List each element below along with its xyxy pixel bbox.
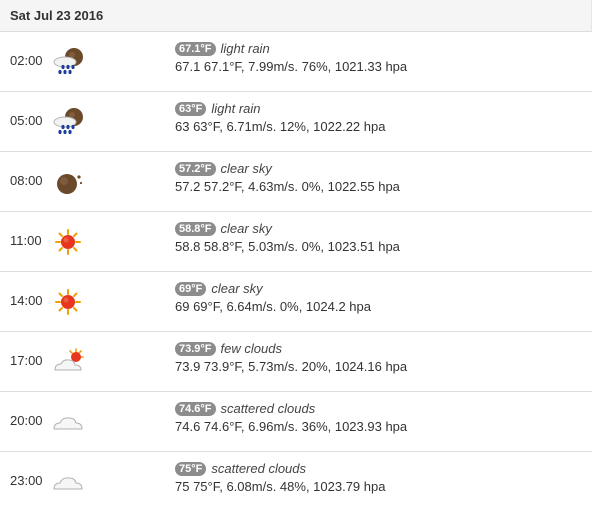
forecast-row: 11:00 58.8°F clear sky 58.8 58.8°F, 5.03… <box>0 212 592 272</box>
weather-details: 63 63°F, 6.71m/s. 12%, 1022.22 hpa <box>175 119 386 134</box>
cloud-icon <box>50 465 86 499</box>
weather-description: light rain <box>220 41 270 56</box>
forecast-row: 20:00 74.6°F scattered clouds 74.6 74.6°… <box>0 392 592 452</box>
row-info: 74.6°F scattered clouds 74.6 74.6°F, 6.9… <box>175 400 407 436</box>
moon-icon <box>50 165 86 199</box>
row-info: 75°F scattered clouds 75 75°F, 6.08m/s. … <box>175 460 385 496</box>
weather-description: scattered clouds <box>220 401 316 416</box>
forecast-table: Sat Jul 23 2016 02:00 67.1°F light rain … <box>0 0 592 519</box>
temperature-badge: 75°F <box>175 462 207 476</box>
weather-details: 74.6 74.6°F, 6.96m/s. 36%, 1023.93 hpa <box>175 419 408 434</box>
weather-details: 75 75°F, 6.08m/s. 48%, 1023.79 hpa <box>175 479 386 494</box>
temperature-badge: 67.1°F <box>175 42 216 56</box>
weather-details: 57.2 57.2°F, 4.63m/s. 0%, 1022.55 hpa <box>175 179 400 194</box>
weather-description: light rain <box>211 101 261 116</box>
rain-night-icon <box>50 45 86 79</box>
row-time: 05:00 <box>10 113 43 128</box>
row-time: 17:00 <box>10 353 43 368</box>
row-time: 20:00 <box>10 413 43 428</box>
sun-icon <box>50 285 86 319</box>
temperature-badge: 57.2°F <box>175 162 216 176</box>
sun-icon <box>50 225 86 259</box>
sun-cloud-icon <box>50 345 86 379</box>
day-header: Sat Jul 23 2016 <box>0 0 592 32</box>
temperature-badge: 74.6°F <box>175 402 216 416</box>
temperature-badge: 58.8°F <box>175 222 216 236</box>
row-info: 67.1°F light rain 67.1 67.1°F, 7.99m/s. … <box>175 40 407 76</box>
weather-description: clear sky <box>211 281 263 296</box>
weather-description: clear sky <box>220 221 272 236</box>
row-info: 63°F light rain 63 63°F, 6.71m/s. 12%, 1… <box>175 100 385 136</box>
row-time: 08:00 <box>10 173 43 188</box>
weather-details: 69 69°F, 6.64m/s. 0%, 1024.2 hpa <box>175 299 371 314</box>
weather-description: scattered clouds <box>211 461 307 476</box>
row-info: 69°F clear sky 69 69°F, 6.64m/s. 0%, 102… <box>175 280 371 316</box>
forecast-row: 23:00 75°F scattered clouds 75 75°F, 6.0… <box>0 452 592 512</box>
weather-details: 73.9 73.9°F, 5.73m/s. 20%, 1024.16 hpa <box>175 359 408 374</box>
forecast-row: 14:00 69°F clear sky 69 69°F, 6.64m/s. 0… <box>0 272 592 332</box>
forecast-row: 08:00 57.2°F clear sky 57.2 57.2°F, 4.63… <box>0 152 592 212</box>
row-info: 58.8°F clear sky 58.8 58.8°F, 5.03m/s. 0… <box>175 220 400 256</box>
cloud-icon <box>50 405 86 439</box>
weather-description: few clouds <box>220 341 282 356</box>
weather-details: 67.1 67.1°F, 7.99m/s. 76%, 1021.33 hpa <box>175 59 408 74</box>
forecast-row: 05:00 63°F light rain 63 63°F, 6.71m/s. … <box>0 92 592 152</box>
forecast-row: 02:00 67.1°F light rain 67.1 67.1°F, 7.9… <box>0 32 592 92</box>
forecast-row: 17:00 73.9°F few clouds 73.9 73.9°F, 5.7… <box>0 332 592 392</box>
row-info: 73.9°F few clouds 73.9 73.9°F, 5.73m/s. … <box>175 340 407 376</box>
row-time: 11:00 <box>10 233 42 248</box>
weather-details: 58.8 58.8°F, 5.03m/s. 0%, 1023.51 hpa <box>175 239 400 254</box>
row-info: 57.2°F clear sky 57.2 57.2°F, 4.63m/s. 0… <box>175 160 400 196</box>
temperature-badge: 73.9°F <box>175 342 216 356</box>
temperature-badge: 69°F <box>175 282 207 296</box>
row-time: 23:00 <box>10 473 43 488</box>
row-time: 14:00 <box>10 293 43 308</box>
row-time: 02:00 <box>10 53 43 68</box>
temperature-badge: 63°F <box>175 102 207 116</box>
rain-night-icon <box>50 105 86 139</box>
weather-description: clear sky <box>220 161 272 176</box>
